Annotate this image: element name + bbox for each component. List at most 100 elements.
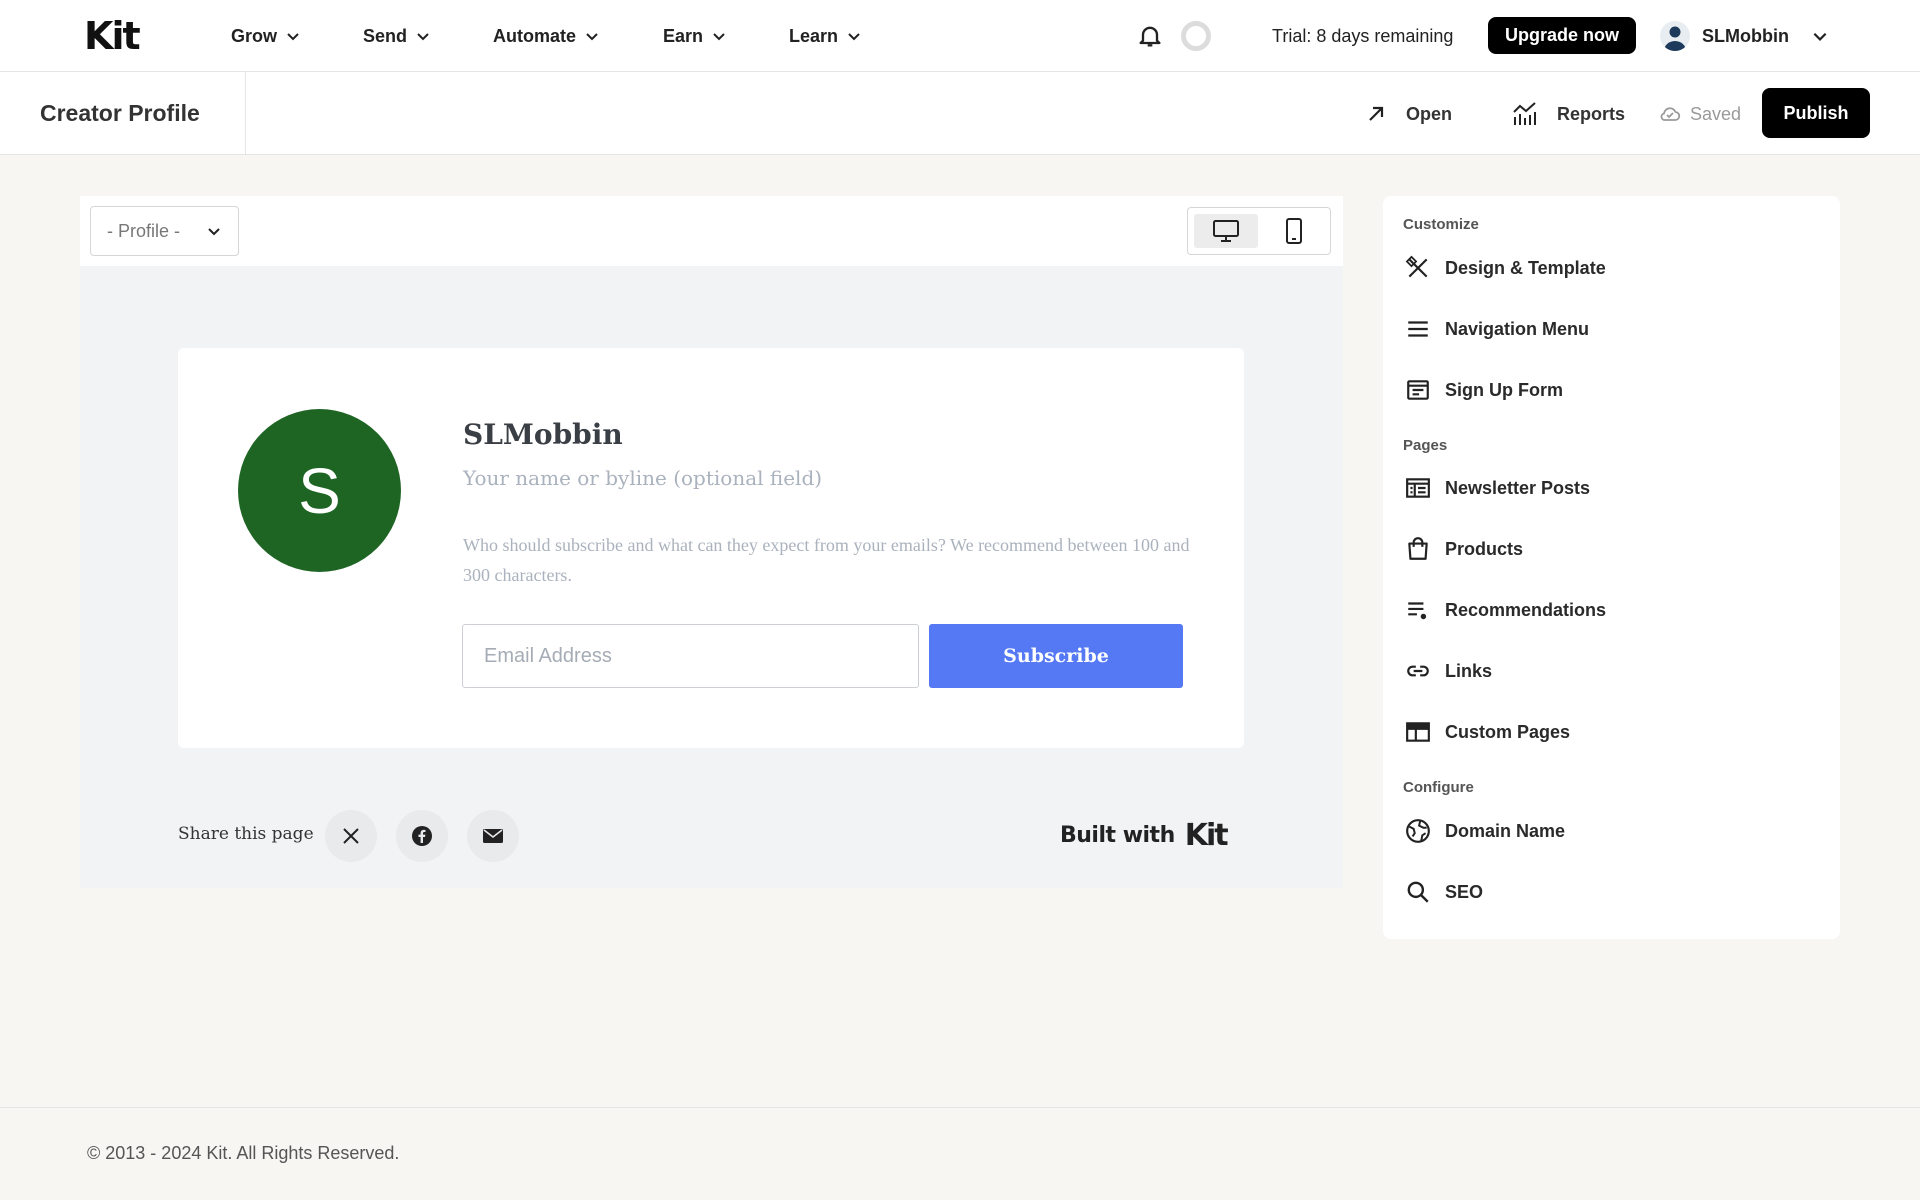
- saved-label: Saved: [1690, 103, 1742, 124]
- share-label: Share this page: [178, 824, 314, 844]
- chevron-down-icon: [713, 33, 725, 41]
- top-navbar: Kit Grow Send Automate Earn Learn Trial:…: [0, 0, 1920, 72]
- built-with-kit-badge[interactable]: Built with Kit: [1060, 818, 1229, 853]
- panel-item-label: Recommendations: [1445, 599, 1607, 620]
- form-icon: [1407, 380, 1429, 400]
- kit-logo-small: Kit: [1184, 818, 1229, 853]
- custom-pages-icon: [1406, 722, 1430, 742]
- nav-learn[interactable]: Learn: [789, 22, 862, 50]
- panel-item-domain-name[interactable]: Domain Name: [1405, 816, 1565, 846]
- nav-grow-label: Grow: [231, 25, 278, 46]
- chevron-down-icon: [287, 33, 299, 41]
- nav-earn-label: Earn: [663, 25, 704, 46]
- page-toolbar: Creator Profile Open Reports Saved Publi…: [0, 72, 1920, 155]
- nav-grow[interactable]: Grow: [231, 22, 301, 50]
- email-icon: [483, 829, 503, 843]
- panel-item-label: Newsletter Posts: [1445, 477, 1591, 498]
- bag-icon: [1408, 537, 1428, 560]
- panel-item-products[interactable]: Products: [1405, 534, 1523, 564]
- panel-item-links[interactable]: Links: [1405, 656, 1492, 686]
- arrow-up-right-icon: [1369, 106, 1384, 121]
- panel-item-label: Custom Pages: [1445, 721, 1571, 742]
- chevron-down-icon: [586, 33, 598, 41]
- bell-icon[interactable]: [1136, 22, 1164, 50]
- share-email-button[interactable]: [467, 810, 519, 862]
- save-status: Saved: [1658, 99, 1741, 129]
- kit-logo[interactable]: Kit: [84, 17, 141, 55]
- user-avatar-icon: [1660, 21, 1690, 51]
- desktop-icon: [1213, 220, 1239, 242]
- reports-button[interactable]: Reports: [1511, 99, 1625, 129]
- editor-toolbar: - Profile -: [80, 196, 1343, 266]
- upgrade-button[interactable]: Upgrade now: [1488, 17, 1636, 54]
- panel-item-label: Design & Template: [1445, 257, 1606, 278]
- design-icon: [1405, 255, 1428, 278]
- progress-ring-icon[interactable]: [1181, 21, 1211, 51]
- chevron-down-icon: [1813, 32, 1827, 41]
- panel-item-navigation-menu[interactable]: Navigation Menu: [1405, 314, 1589, 344]
- description-field[interactable]: Who should subscribe and what can they e…: [463, 530, 1198, 590]
- cloud-check-icon: [1660, 107, 1681, 121]
- page-title: Creator Profile: [40, 100, 200, 126]
- panel-item-label: Domain Name: [1445, 820, 1566, 841]
- facebook-icon: [412, 826, 432, 846]
- share-x-button[interactable]: [325, 810, 377, 862]
- copyright: © 2013 - 2024 Kit. All Rights Reserved.: [87, 1143, 400, 1163]
- profile-card: S SLMobbin Your name or byline (optional…: [178, 348, 1244, 748]
- section-pages: Pages: [1403, 437, 1448, 454]
- profile-avatar[interactable]: S: [238, 409, 401, 572]
- preview-area: - Profile - S SLMobbin Your name or byli…: [80, 196, 1343, 888]
- chart-icon: [1513, 102, 1536, 125]
- panel-item-design-template[interactable]: Design & Template: [1405, 253, 1606, 283]
- chevron-down-icon: [417, 33, 429, 41]
- panel-item-label: Navigation Menu: [1445, 318, 1590, 339]
- chevron-down-icon: [208, 228, 220, 236]
- byline-field[interactable]: Your name or byline (optional field): [463, 466, 822, 490]
- x-icon: [343, 828, 359, 844]
- globe-icon: [1406, 819, 1430, 843]
- open-button[interactable]: Open: [1364, 99, 1452, 129]
- menu-icon: [1408, 321, 1428, 337]
- email-input[interactable]: [462, 624, 919, 688]
- nav-automate[interactable]: Automate: [493, 22, 600, 50]
- panel-item-sign-up-form[interactable]: Sign Up Form: [1405, 375, 1563, 405]
- footer-divider: [0, 1107, 1920, 1108]
- divider: [245, 72, 246, 155]
- mobile-view-button[interactable]: [1262, 214, 1326, 248]
- trial-status: Trial: 8 days remaining: [1272, 26, 1454, 46]
- section-configure: Configure: [1403, 779, 1474, 796]
- account-menu[interactable]: SLMobbin: [1660, 19, 1829, 53]
- newsletter-icon: [1406, 478, 1430, 498]
- section-customize: Customize: [1403, 216, 1479, 233]
- panel-item-label: Products: [1445, 538, 1524, 559]
- page-select[interactable]: - Profile -: [90, 206, 239, 256]
- page-select-value: - Profile -: [107, 220, 181, 241]
- username: SLMobbin: [1702, 25, 1789, 46]
- nav-automate-label: Automate: [493, 25, 577, 46]
- nav-earn[interactable]: Earn: [663, 22, 727, 50]
- panel-item-recommendations[interactable]: Recommendations: [1405, 595, 1606, 625]
- search-icon: [1407, 881, 1429, 903]
- desktop-view-button[interactable]: [1194, 214, 1258, 248]
- subscribe-button[interactable]: Subscribe: [929, 624, 1183, 688]
- nav-send-label: Send: [363, 25, 408, 46]
- reports-label: Reports: [1557, 103, 1626, 124]
- customize-panel: Customize Design & Template Navigation M…: [1383, 196, 1840, 939]
- publish-button[interactable]: Publish: [1762, 88, 1870, 138]
- open-label: Open: [1406, 103, 1453, 124]
- recommendations-icon: [1408, 602, 1427, 620]
- device-switcher: [1187, 207, 1331, 255]
- panel-item-label: Sign Up Form: [1445, 379, 1563, 400]
- chevron-down-icon: [848, 33, 860, 41]
- link-icon: [1407, 665, 1429, 677]
- profile-name[interactable]: SLMobbin: [463, 418, 623, 451]
- panel-item-label: Links: [1445, 660, 1493, 681]
- panel-item-custom-pages[interactable]: Custom Pages: [1405, 717, 1570, 747]
- nav-learn-label: Learn: [789, 25, 839, 46]
- panel-item-seo[interactable]: SEO: [1405, 877, 1483, 907]
- panel-item-label: SEO: [1445, 881, 1484, 902]
- mobile-icon: [1286, 218, 1302, 244]
- nav-send[interactable]: Send: [363, 22, 431, 50]
- panel-item-newsletter-posts[interactable]: Newsletter Posts: [1405, 473, 1590, 503]
- share-facebook-button[interactable]: [396, 810, 448, 862]
